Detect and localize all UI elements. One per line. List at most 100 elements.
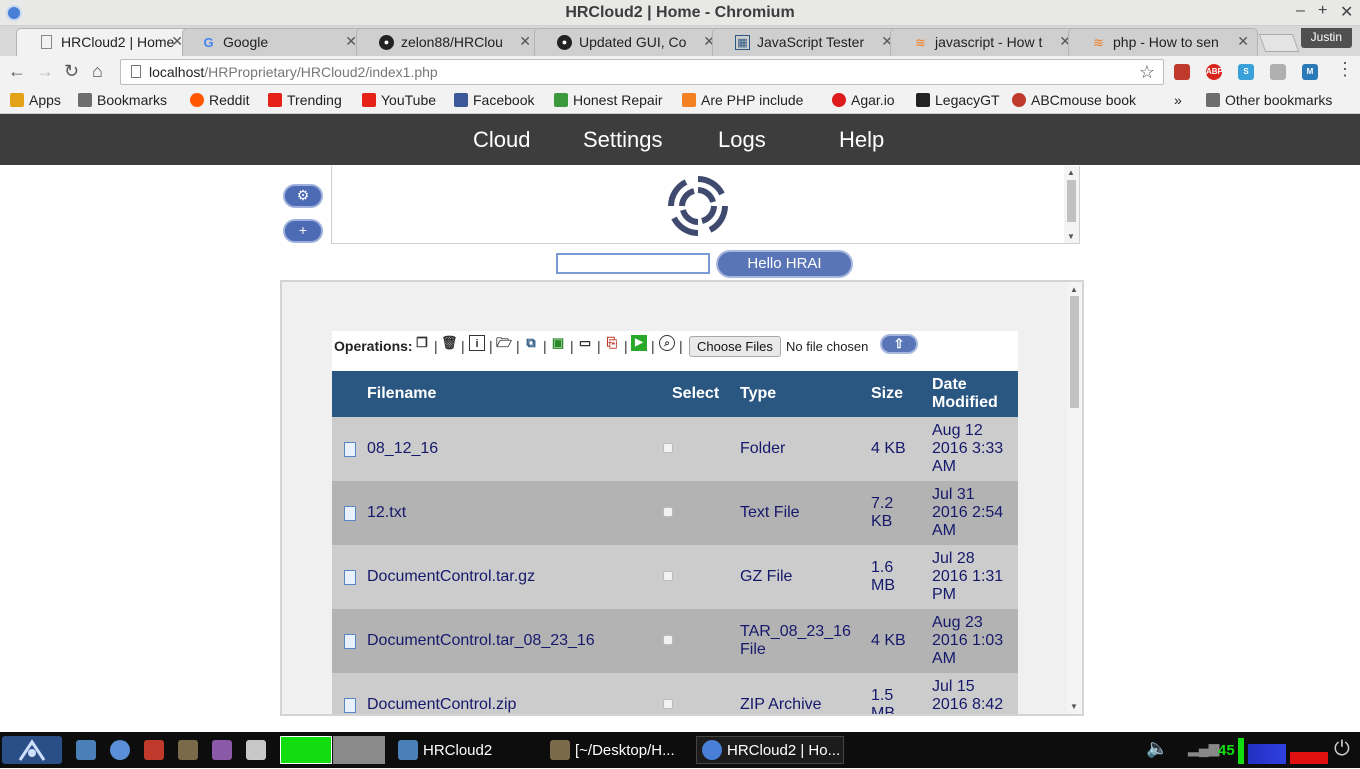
close-tab-icon[interactable]: ✕ (519, 33, 531, 50)
info-icon[interactable]: i (469, 335, 485, 351)
window-icon[interactable] (246, 740, 266, 760)
scroll-thumb[interactable] (1070, 296, 1079, 408)
table-row[interactable]: 08_12_16 Folder 4 KB Aug 12 2016 3:33 AM (332, 417, 1018, 481)
header-size[interactable]: Size (871, 385, 903, 403)
browser-icon[interactable] (110, 740, 130, 760)
scroll-up-icon[interactable]: ▲ (1070, 285, 1078, 294)
table-row[interactable]: DocumentControl.tar_08_23_16 TAR_08_23_1… (332, 609, 1018, 673)
file-name[interactable]: DocumentControl.zip (367, 696, 516, 714)
file-name[interactable]: 08_12_16 (367, 440, 438, 458)
bookmark-bookmarks[interactable]: Bookmarks (78, 92, 167, 108)
hrai-input[interactable] (556, 253, 710, 274)
taskbar-task-editor[interactable]: [~/Desktop/H... (575, 742, 675, 759)
address-bar[interactable]: localhost/HRProprietary/HRCloud2/index1.… (120, 59, 1164, 85)
tab-github-1[interactable]: ● zelon88/HRClou ✕ (356, 28, 540, 56)
copy-icon[interactable]: ❐ (414, 335, 430, 351)
hello-hrai-button[interactable]: Hello HRAI (716, 250, 853, 278)
select-checkbox[interactable] (663, 699, 673, 709)
nav-settings[interactable]: Settings (583, 127, 663, 153)
file-manager-icon[interactable] (76, 740, 96, 760)
maximize-button[interactable]: + (1318, 2, 1327, 20)
volume-icon[interactable]: 🔈 (1146, 738, 1168, 759)
ext-s-icon[interactable]: S (1238, 64, 1254, 80)
back-icon[interactable]: ← (8, 61, 26, 82)
profile-button[interactable]: Justin (1300, 28, 1352, 48)
play-icon[interactable]: ▶ (631, 335, 647, 351)
scroll-up-icon[interactable]: ▲ (1067, 168, 1075, 177)
app-red-icon[interactable] (144, 740, 164, 760)
header-filename[interactable]: Filename (367, 385, 436, 403)
archive-icon[interactable]: ▣ (550, 335, 566, 351)
select-checkbox[interactable] (663, 507, 673, 517)
bookmark-star-icon[interactable]: ☆ (1139, 62, 1155, 83)
pdf-icon[interactable]: ⎘ (604, 335, 620, 351)
taskbar-task-hrcloud2-folder[interactable]: HRCloud2 (423, 742, 492, 759)
logo-frame-scrollbar[interactable]: ▲ ▼ (1064, 166, 1079, 243)
bookmark-legacygt[interactable]: LegacyGT (916, 92, 1000, 108)
bookmark-agario[interactable]: Agar.io (832, 92, 895, 108)
table-row[interactable]: DocumentControl.tar.gz GZ File 1.6 MB Ju… (332, 545, 1018, 609)
trash-icon[interactable]: 🗑 (441, 335, 458, 351)
tab-js-tester[interactable]: ▦ JavaScript Tester ✕ (712, 28, 902, 56)
bookmark-apps[interactable]: Apps (10, 92, 61, 108)
new-tab-button[interactable] (1258, 34, 1300, 52)
tab-google[interactable]: G Google ✕ (182, 28, 366, 56)
tab-github-2[interactable]: ● Updated GUI, Co ✕ (534, 28, 724, 56)
select-checkbox[interactable] (663, 443, 673, 453)
bookmarks-overflow-button[interactable]: » (1174, 92, 1182, 108)
home-icon[interactable]: ⌂ (92, 61, 103, 82)
tab-stackoverflow-2[interactable]: ≋ php - How to sen ✕ (1068, 28, 1258, 56)
ext-m-icon[interactable]: M (1302, 64, 1318, 80)
header-type[interactable]: Type (740, 385, 776, 403)
media-icon[interactable] (212, 740, 232, 760)
taskbar-task-browser[interactable]: HRCloud2 | Ho... (727, 742, 840, 759)
close-window-button[interactable]: ✕ (1340, 2, 1353, 22)
nav-logs[interactable]: Logs (718, 127, 766, 153)
file-name[interactable]: DocumentControl.tar_08_23_16 (367, 632, 595, 650)
other-bookmarks[interactable]: Other bookmarks (1206, 92, 1332, 108)
file-name[interactable]: 12.txt (367, 504, 406, 522)
bookmark-honest-repair[interactable]: Honest Repair (554, 92, 663, 108)
reload-icon[interactable]: ↻ (64, 61, 79, 82)
adblock-icon[interactable]: ABP (1206, 64, 1223, 80)
settings-gear-button[interactable]: ⚙ (283, 184, 323, 208)
scroll-down-icon[interactable]: ▼ (1070, 702, 1078, 711)
minimize-button[interactable]: – (1296, 2, 1305, 20)
forward-icon[interactable]: → (36, 61, 54, 82)
convert-icon[interactable]: ▭ (577, 335, 593, 351)
workspace-1[interactable] (280, 736, 332, 764)
bookmark-reddit[interactable]: Reddit (190, 92, 249, 108)
start-menu-button[interactable] (2, 736, 62, 764)
choose-files-button[interactable]: Choose Files (689, 336, 781, 357)
file-panel-scrollbar[interactable]: ▲ ▼ (1067, 282, 1082, 714)
nav-cloud[interactable]: Cloud (473, 127, 530, 153)
header-date-line1[interactable]: Date (932, 376, 967, 394)
table-row[interactable]: 12.txt Text File 7.2 KB Jul 31 2016 2:54… (332, 481, 1018, 545)
nav-help[interactable]: Help (839, 127, 884, 153)
sublime-icon[interactable] (178, 740, 198, 760)
table-row[interactable]: DocumentControl.zip ZIP Archive 1.5 MB J… (332, 673, 1018, 714)
select-checkbox[interactable] (663, 635, 673, 645)
bookmark-abcmouse[interactable]: ABCmouse book (1012, 92, 1136, 108)
bookmark-php-include[interactable]: Are PHP include (682, 92, 820, 108)
close-tab-icon[interactable]: ✕ (1237, 33, 1249, 50)
add-button[interactable]: + (283, 219, 323, 243)
bookmark-trending[interactable]: Trending (268, 92, 342, 108)
header-date-line2[interactable]: Modified (932, 394, 998, 412)
ext-red-icon[interactable] (1174, 64, 1190, 80)
tab-stackoverflow-1[interactable]: ≋ javascript - How t ✕ (890, 28, 1080, 56)
bookmark-youtube[interactable]: YouTube (362, 92, 436, 108)
workspace-2[interactable] (333, 736, 385, 764)
menu-icon[interactable]: ⋮ (1336, 59, 1354, 80)
file-name[interactable]: DocumentControl.tar.gz (367, 568, 535, 586)
scroll-thumb[interactable] (1067, 180, 1076, 222)
ext-gray-icon[interactable] (1270, 64, 1286, 80)
signal-icon[interactable]: ▂▄▆ (1188, 740, 1219, 757)
power-icon[interactable]: ⏻ (1334, 738, 1350, 761)
search-icon[interactable]: ⌕ (659, 335, 675, 351)
scroll-down-icon[interactable]: ▼ (1067, 232, 1075, 241)
folder-open-icon[interactable]: 🗁 (496, 335, 512, 351)
page-info-icon[interactable] (131, 65, 141, 78)
select-checkbox[interactable] (663, 571, 673, 581)
upload-button[interactable]: ⇧ (880, 334, 918, 354)
